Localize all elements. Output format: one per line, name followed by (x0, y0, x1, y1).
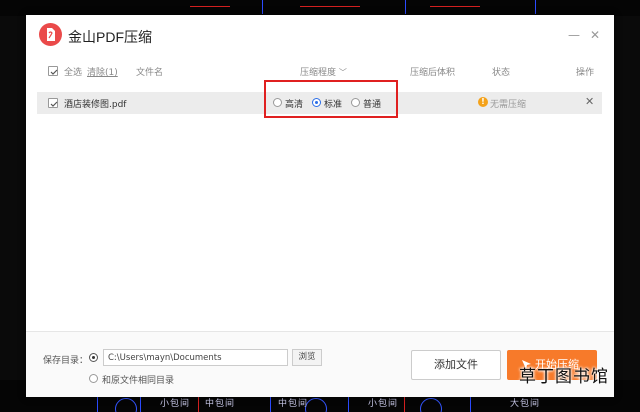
cad-room-label: 小包间 (368, 399, 399, 409)
watermark-text: 草丁图书馆 (519, 367, 609, 387)
add-file-button[interactable]: 添加文件 (411, 350, 501, 380)
cad-arc (305, 398, 327, 412)
cad-room-label: 中包间 (278, 399, 309, 409)
same-dir-label[interactable]: 和原文件相同目录 (102, 373, 174, 386)
background-cad-top (0, 0, 640, 16)
cad-room-label: 小包间 (160, 399, 191, 409)
pdf-compress-window: 金山PDF压缩 — ✕ 全选 清除(1) 文件名 压缩程度 ﹀ 压缩后体积 状态… (26, 15, 614, 397)
cad-room-label: 中包间 (205, 399, 236, 409)
minimize-icon[interactable]: — (567, 28, 581, 42)
close-icon[interactable]: ✕ (588, 28, 602, 42)
browse-button[interactable]: 浏览 (292, 349, 322, 366)
cad-line (300, 6, 360, 7)
column-compression-level[interactable]: 压缩程度 ﹀ (300, 65, 347, 78)
cad-arc (115, 398, 137, 412)
file-name: 酒店装修图.pdf (64, 100, 127, 110)
save-path-input[interactable] (103, 349, 288, 366)
cad-line (535, 0, 536, 14)
column-filename: 文件名 (136, 68, 164, 78)
cad-line (405, 0, 406, 14)
same-dir-radio[interactable] (89, 374, 98, 383)
file-checkbox[interactable] (48, 98, 58, 108)
column-action: 操作 (576, 68, 595, 78)
title-bar: 金山PDF压缩 — ✕ (26, 15, 614, 55)
remove-file-icon[interactable]: ✕ (585, 95, 594, 108)
select-all-label[interactable]: 全选 (64, 65, 82, 78)
annotation-highlight-box (264, 80, 398, 118)
custom-dir-radio[interactable] (89, 353, 98, 362)
save-directory-label: 保存目录： (43, 356, 89, 366)
warning-icon: ! (478, 97, 488, 107)
file-status: 无需压缩 (490, 100, 527, 110)
app-logo-icon (39, 23, 62, 46)
cad-room-label: 大包间 (510, 399, 541, 409)
clear-link[interactable]: 清除(1) (87, 65, 118, 78)
cad-arc (420, 398, 442, 412)
column-compression-level-label: 压缩程度 (300, 68, 337, 78)
cad-line (262, 0, 263, 14)
column-status: 状态 (492, 68, 511, 78)
column-size-after: 压缩后体积 (410, 68, 456, 78)
window-title: 金山PDF压缩 (68, 29, 152, 45)
cad-line (430, 6, 480, 7)
select-all-checkbox[interactable] (48, 66, 58, 76)
chevron-down-icon: ﹀ (338, 68, 347, 77)
cad-line (190, 6, 230, 7)
